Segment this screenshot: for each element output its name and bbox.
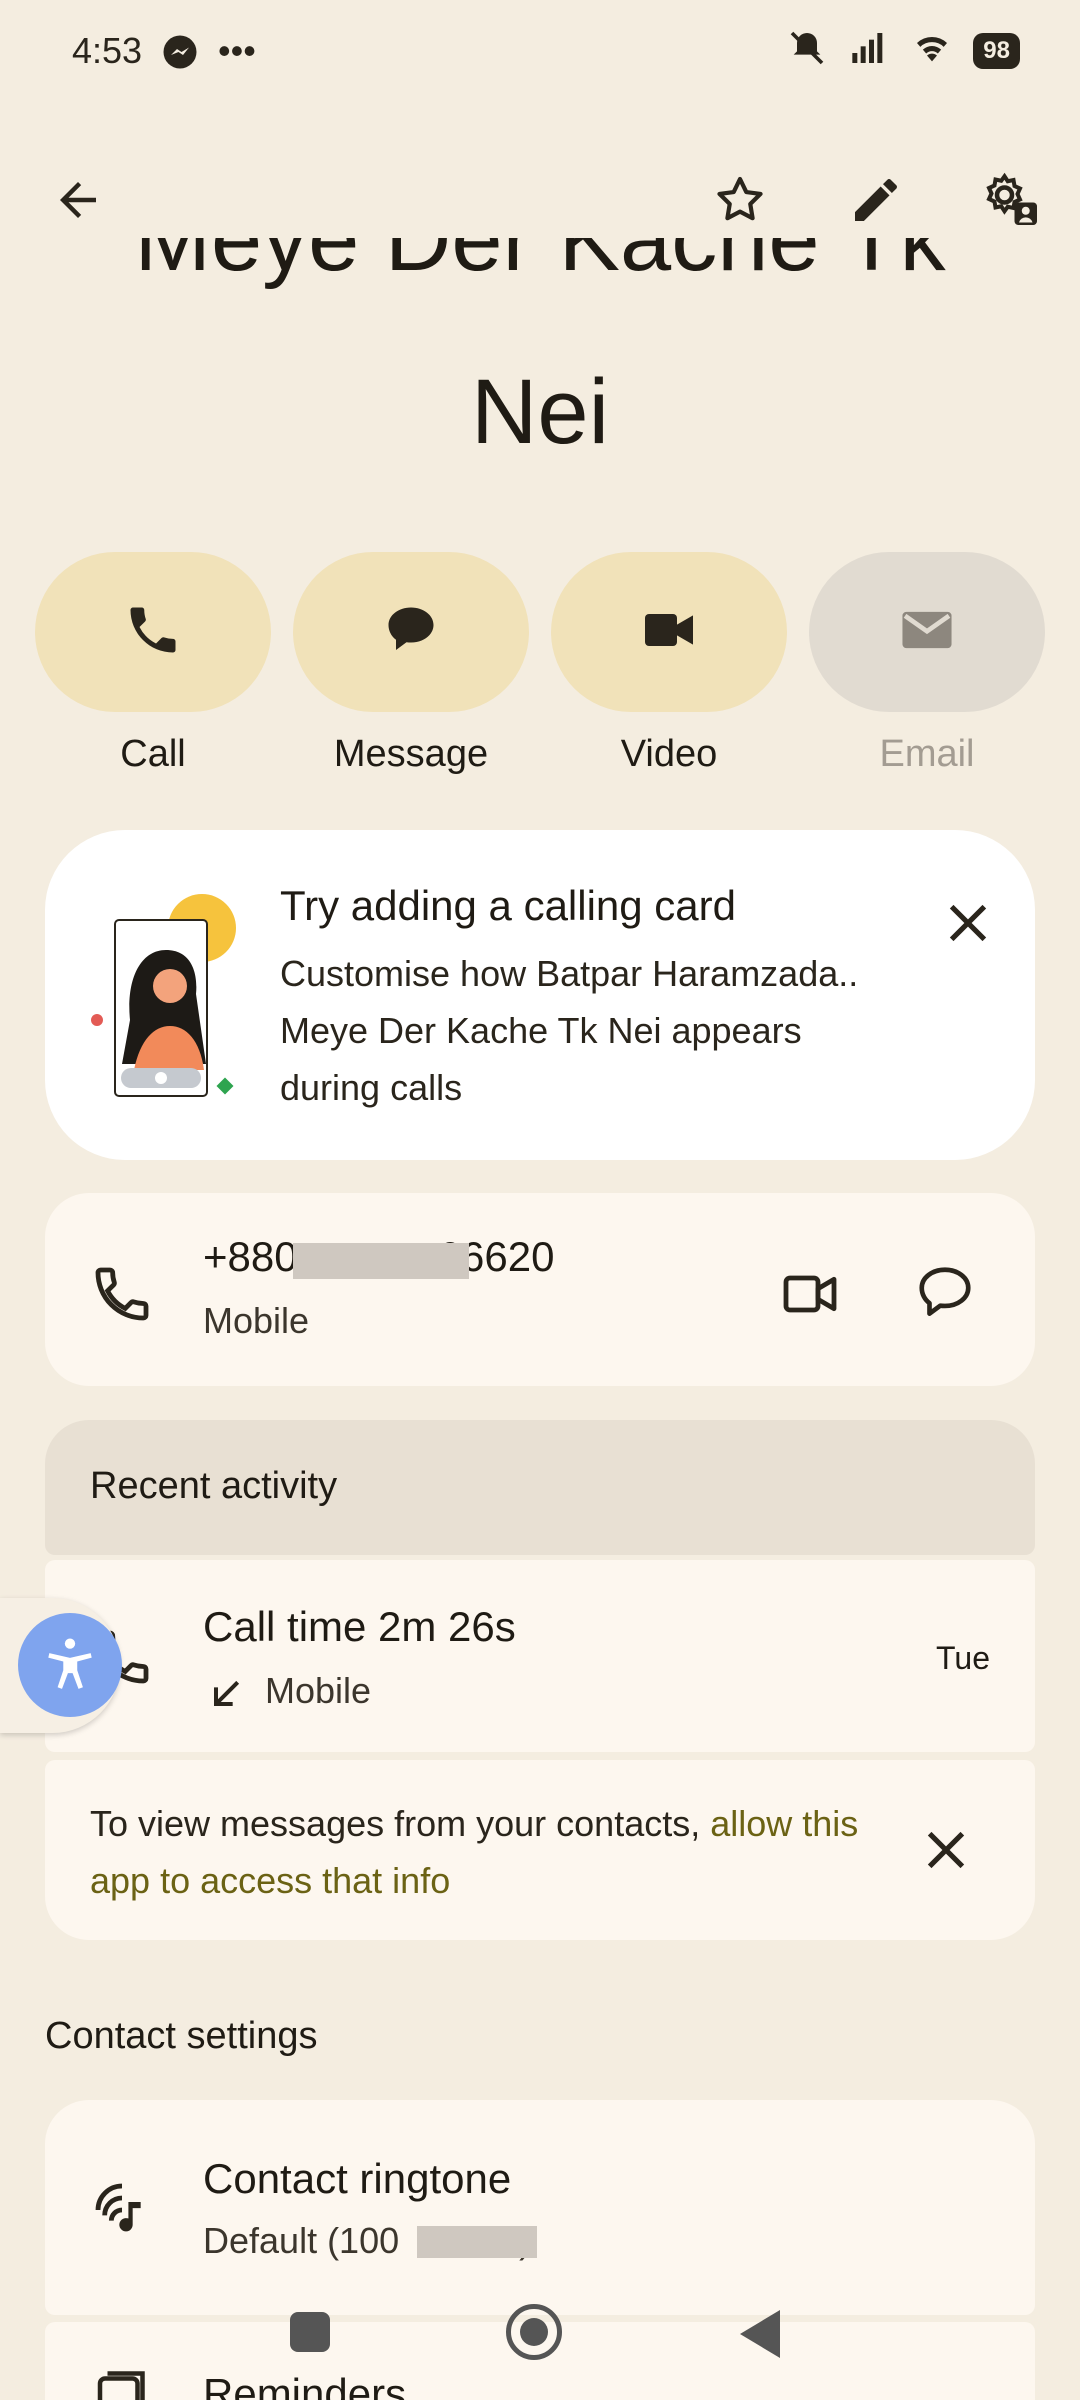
calling-card-illustration <box>86 890 246 1115</box>
battery-indicator: 98 <box>973 32 1020 69</box>
incoming-call-arrow-icon <box>206 1674 246 1719</box>
reminders-title: Reminders <box>203 2370 407 2400</box>
calling-card-title: Try adding a calling card <box>280 882 737 929</box>
recents-nav-button[interactable] <box>290 2312 330 2352</box>
email-action-button[interactable] <box>809 552 1045 712</box>
contact-settings-icon[interactable] <box>972 160 1052 240</box>
contact-ringtone-row[interactable] <box>45 2100 1035 2315</box>
close-permission-icon[interactable] <box>918 1822 974 1883</box>
message-icon <box>381 600 441 665</box>
accessibility-icon <box>39 1632 101 1699</box>
call-type: Mobile <box>265 1670 372 1711</box>
contact-name-line1: Meye Der Kache Tk <box>134 238 946 290</box>
reminders-icon <box>90 2366 150 2400</box>
status-icons: 98 <box>785 28 1020 73</box>
call-day: Tue <box>936 1640 990 1676</box>
message-row-icon[interactable] <box>914 1262 976 1329</box>
home-nav-button[interactable] <box>506 2304 562 2360</box>
phone-type: Mobile <box>203 1300 310 1341</box>
video-call-icon[interactable] <box>778 1262 842 1331</box>
contact-name-line2: Nei <box>470 361 610 463</box>
calling-card-description: Customise how Batpar Haramzada.. Meye De… <box>280 953 859 1108</box>
phone-row-icon <box>90 1262 154 1331</box>
recent-activity-title: Recent activity <box>90 1465 338 1507</box>
phone-number-row[interactable] <box>45 1193 1035 1386</box>
signal-icon <box>847 28 891 73</box>
close-calling-card-icon[interactable] <box>940 895 996 956</box>
star-icon[interactable] <box>700 160 780 240</box>
recent-activity-item[interactable] <box>45 1560 1035 1752</box>
redacted-block <box>293 1243 469 1279</box>
accessibility-button[interactable] <box>18 1613 122 1717</box>
call-action-button[interactable] <box>35 552 271 712</box>
back-nav-button[interactable] <box>740 2310 780 2358</box>
call-summary: Call time 2m 26s <box>203 1603 516 1650</box>
email-action-label: Email <box>879 733 975 775</box>
status-time: 4:53 <box>72 30 143 71</box>
phone-icon <box>123 600 183 665</box>
redacted-block <box>417 2226 537 2258</box>
ringtone-title: Contact ringtone <box>203 2155 512 2202</box>
mute-icon <box>785 28 829 73</box>
message-action-button[interactable] <box>293 552 529 712</box>
more-notifications-icon: ••• <box>218 30 256 71</box>
video-action-label: Video <box>620 733 718 775</box>
messenger-icon <box>162 34 198 75</box>
edit-icon[interactable] <box>836 160 916 240</box>
ringtone-icon <box>90 2178 154 2247</box>
call-action-label: Call <box>120 733 186 775</box>
messages-permission-text: To view messages from your contacts, all… <box>90 1795 890 1909</box>
back-arrow-icon[interactable] <box>38 160 118 240</box>
wifi-icon <box>909 28 955 73</box>
message-action-label: Message <box>333 733 489 775</box>
messages-permission-label: To view messages from your contacts, <box>90 1803 711 1844</box>
email-icon <box>896 599 958 666</box>
video-icon <box>637 598 701 667</box>
video-action-button[interactable] <box>551 552 787 712</box>
contact-settings-title: Contact settings <box>45 2015 318 2057</box>
